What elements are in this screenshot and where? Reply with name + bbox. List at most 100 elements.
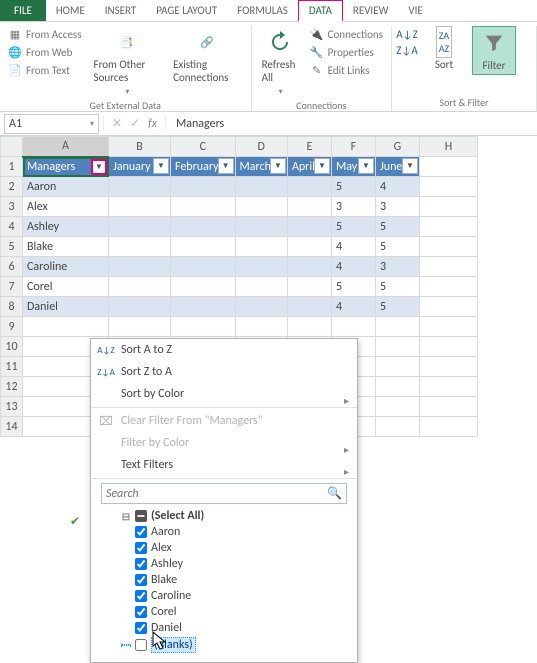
cancel-formula-icon[interactable]: ✕ [112, 116, 122, 131]
existing-connections-button[interactable]: 🔗 Existing Connections [169, 26, 245, 86]
filter-dropdown-managers[interactable]: ▼ [91, 159, 107, 175]
filter-dropdown-june[interactable]: ▼ [402, 158, 418, 174]
cell-june[interactable]: 5 [375, 217, 419, 237]
tab-file[interactable]: FILE [0, 0, 46, 21]
filter-item[interactable]: ⊟(Select All) [121, 508, 347, 524]
filter-dropdown-january[interactable]: ▼ [153, 158, 169, 174]
cell-may[interactable]: 4 [331, 237, 375, 257]
cell-name[interactable]: Caroline [23, 257, 109, 277]
header-cell-may[interactable]: May▼ [331, 157, 375, 177]
col-header-B[interactable]: B [109, 137, 171, 157]
tab-insert[interactable]: INSERT [95, 0, 147, 21]
edit-links-button[interactable]: ✎Edit Links [308, 62, 385, 78]
name-box[interactable]: A1 [4, 114, 99, 134]
row-header[interactable]: 13 [1, 397, 23, 417]
filter-item[interactable]: Ashley [121, 556, 347, 572]
cell-may[interactable]: 4 [331, 297, 375, 317]
filter-dropdown-may[interactable]: ▼ [358, 158, 374, 174]
filter-item[interactable]: Daniel [121, 620, 347, 636]
row-header[interactable]: 8 [1, 297, 23, 317]
col-header-H[interactable]: H [419, 137, 477, 157]
row-header[interactable]: 7 [1, 277, 23, 297]
col-header-A[interactable]: A [23, 137, 109, 157]
cell-may[interactable]: 5 [331, 217, 375, 237]
row-header-1[interactable]: 1 [1, 157, 23, 177]
cell-may[interactable]: 5 [331, 177, 375, 197]
header-cell-april[interactable]: April▼ [287, 157, 331, 177]
cell-name[interactable]: Daniel [23, 297, 109, 317]
refresh-all-button[interactable]: Refresh All [258, 26, 302, 99]
cell-name[interactable]: Ashley [23, 217, 109, 237]
from-web-button[interactable]: 🌐From Web [6, 44, 84, 60]
filter-checkbox[interactable] [135, 542, 147, 554]
filter-checkbox[interactable] [135, 622, 147, 634]
row-header[interactable]: 10 [1, 337, 23, 357]
filter-checkbox[interactable] [135, 558, 147, 570]
tab-pagelayout[interactable]: PAGE LAYOUT [146, 0, 227, 21]
row-header[interactable]: 9 [1, 317, 23, 337]
tree-collapse-icon[interactable]: ⊟ [121, 510, 131, 523]
filter-item[interactable]: Alex [121, 540, 347, 556]
col-header-G[interactable]: G [375, 137, 419, 157]
text-filters[interactable]: Text Filters [91, 454, 357, 476]
header-cell-managers[interactable]: Managers▼ [23, 157, 109, 177]
enter-formula-icon[interactable]: ✓ [130, 116, 140, 131]
filter-dropdown-april[interactable]: ▼ [314, 158, 330, 174]
cell-may[interactable]: 3 [331, 197, 375, 217]
from-other-sources-button[interactable]: 📑 From Other Sources [90, 26, 164, 99]
cell-june[interactable]: 5 [375, 237, 419, 257]
tab-view[interactable]: VIE [398, 0, 432, 21]
cell-june[interactable]: 3 [375, 197, 419, 217]
col-header-F[interactable]: F [331, 137, 375, 157]
cell-name[interactable]: Alex [23, 197, 109, 217]
tab-review[interactable]: REVIEW [343, 0, 399, 21]
sort-a-to-z[interactable]: A↓ZSort A to Z [91, 339, 357, 361]
filter-checkbox[interactable] [135, 590, 147, 602]
filter-item[interactable]: (Blanks) [121, 636, 347, 654]
sort-by-color[interactable]: Sort by Color [91, 383, 357, 405]
select-all-cell[interactable] [1, 137, 23, 157]
sort-desc-button[interactable]: Z↓A [398, 42, 416, 58]
cell-june[interactable]: 5 [375, 277, 419, 297]
from-text-button[interactable]: 📄From Text [6, 62, 84, 78]
col-header-D[interactable]: D [235, 137, 287, 157]
cell-may[interactable]: 5 [331, 277, 375, 297]
filter-button[interactable]: Filter [472, 26, 516, 75]
row-header[interactable]: 2 [1, 177, 23, 197]
tab-home[interactable]: HOME [46, 0, 95, 21]
row-header[interactable]: 6 [1, 257, 23, 277]
filter-dropdown-march[interactable]: ▼ [270, 158, 286, 174]
fx-icon[interactable]: fx [148, 117, 157, 131]
filter-checkbox[interactable] [135, 526, 147, 538]
filter-item[interactable]: Aaron [121, 524, 347, 540]
cell-name[interactable]: Corel [23, 277, 109, 297]
filter-checkbox[interactable] [135, 510, 147, 522]
filter-item[interactable]: Corel [121, 604, 347, 620]
row-header[interactable]: 11 [1, 357, 23, 377]
properties-button[interactable]: 🔧Properties [308, 44, 385, 60]
tab-formulas[interactable]: FORMULAS [227, 0, 298, 21]
filter-checkbox[interactable] [135, 639, 147, 651]
cell-name[interactable]: Blake [23, 237, 109, 257]
cell-may[interactable]: 4 [331, 257, 375, 277]
header-cell-february[interactable]: February▼ [171, 157, 236, 177]
cell-june[interactable]: 4 [375, 177, 419, 197]
filter-checkbox[interactable] [135, 606, 147, 618]
header-cell-march[interactable]: March▼ [235, 157, 287, 177]
filter-item[interactable]: Caroline [121, 588, 347, 604]
row-header[interactable]: 12 [1, 377, 23, 397]
connections-button[interactable]: 🔌Connections [308, 26, 385, 42]
formula-bar[interactable]: Managers [172, 115, 537, 133]
cell-june[interactable]: 3 [375, 257, 419, 277]
filter-search-input[interactable] [106, 487, 327, 501]
row-header[interactable]: 5 [1, 237, 23, 257]
sort-asc-button[interactable]: A↓Z [398, 26, 416, 42]
cell-name[interactable]: Aaron [23, 177, 109, 197]
sort-z-to-a[interactable]: Z↓ASort Z to A [91, 361, 357, 383]
filter-search[interactable]: 🔍 [101, 483, 347, 504]
tab-data[interactable]: DATA [298, 0, 343, 22]
col-header-E[interactable]: E [287, 137, 331, 157]
header-cell-june[interactable]: June▼ [375, 157, 419, 177]
header-cell-january[interactable]: January▼ [109, 157, 171, 177]
from-access-button[interactable]: ▦From Access [6, 26, 84, 42]
